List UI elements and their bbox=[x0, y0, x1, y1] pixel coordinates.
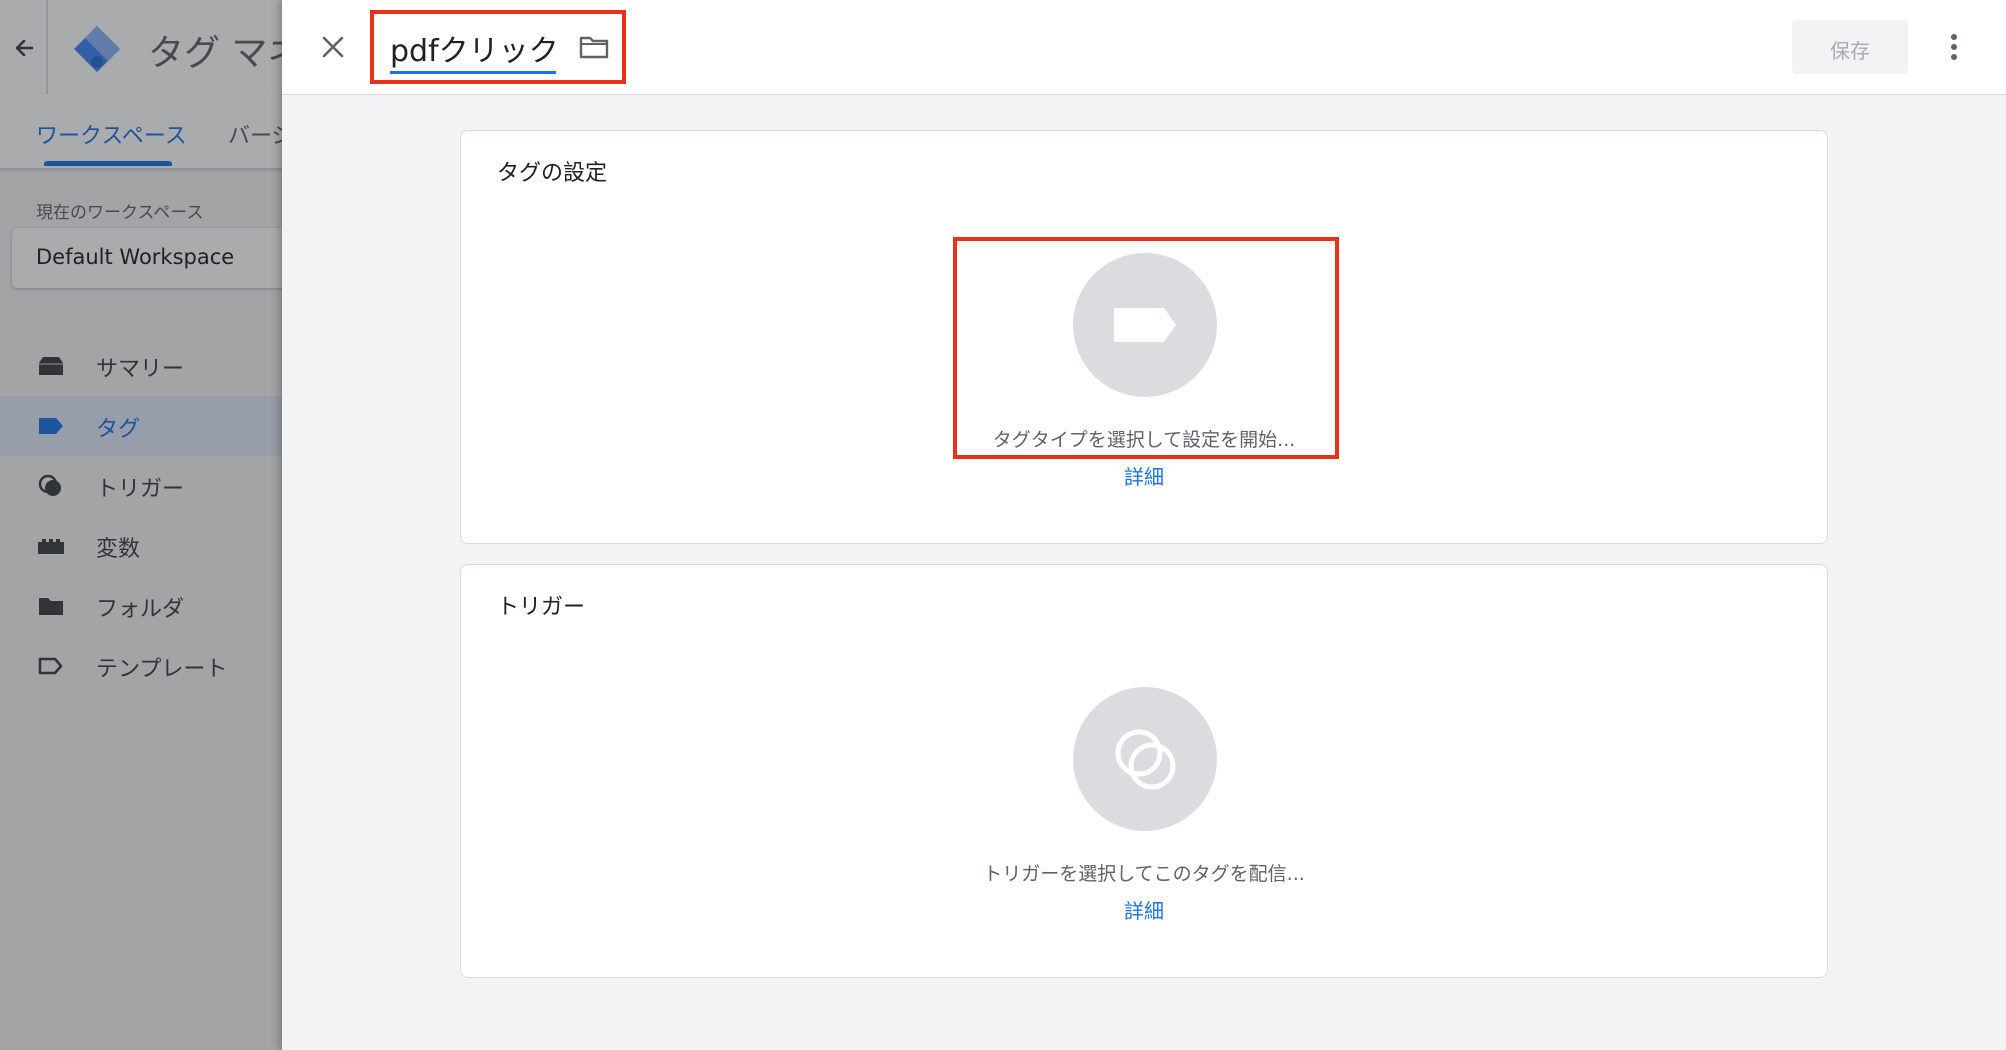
more-options-button[interactable] bbox=[1946, 32, 1962, 62]
panel-header: pdfクリック 保存 bbox=[282, 0, 2006, 95]
tag-name-underline bbox=[390, 71, 556, 74]
folder-button[interactable] bbox=[578, 33, 610, 61]
close-button[interactable] bbox=[318, 32, 348, 62]
tag-type-highlight-box bbox=[953, 237, 1339, 459]
folder-icon bbox=[579, 36, 609, 59]
trigger-icon bbox=[1115, 729, 1176, 790]
trigger-hint: トリガーを選択してこのタグを配信... bbox=[983, 863, 1305, 885]
trigger-learn-more-link[interactable]: 詳細 bbox=[461, 895, 1827, 924]
triggering-title: トリガー bbox=[497, 595, 586, 620]
tag-config-learn-more-link[interactable]: 詳細 bbox=[461, 461, 1827, 490]
choose-trigger-button[interactable] bbox=[1073, 687, 1217, 831]
close-icon bbox=[322, 36, 344, 58]
save-button[interactable]: 保存 bbox=[1792, 20, 1908, 74]
more-vert-icon bbox=[1951, 34, 1957, 60]
tag-editor-panel: pdfクリック 保存 タグの設定 タグタイプを選択して設定を開始... 詳細 ト… bbox=[282, 0, 2006, 1050]
triggering-card: トリガー トリガーを選択してこのタグを配信... 詳細 bbox=[460, 564, 1828, 978]
tag-name-input[interactable]: pdfクリック bbox=[390, 26, 559, 70]
save-button-label: 保存 bbox=[1830, 39, 1870, 63]
tag-configuration-card: タグの設定 タグタイプを選択して設定を開始... 詳細 bbox=[460, 130, 1828, 544]
tag-configuration-title: タグの設定 bbox=[497, 161, 608, 186]
